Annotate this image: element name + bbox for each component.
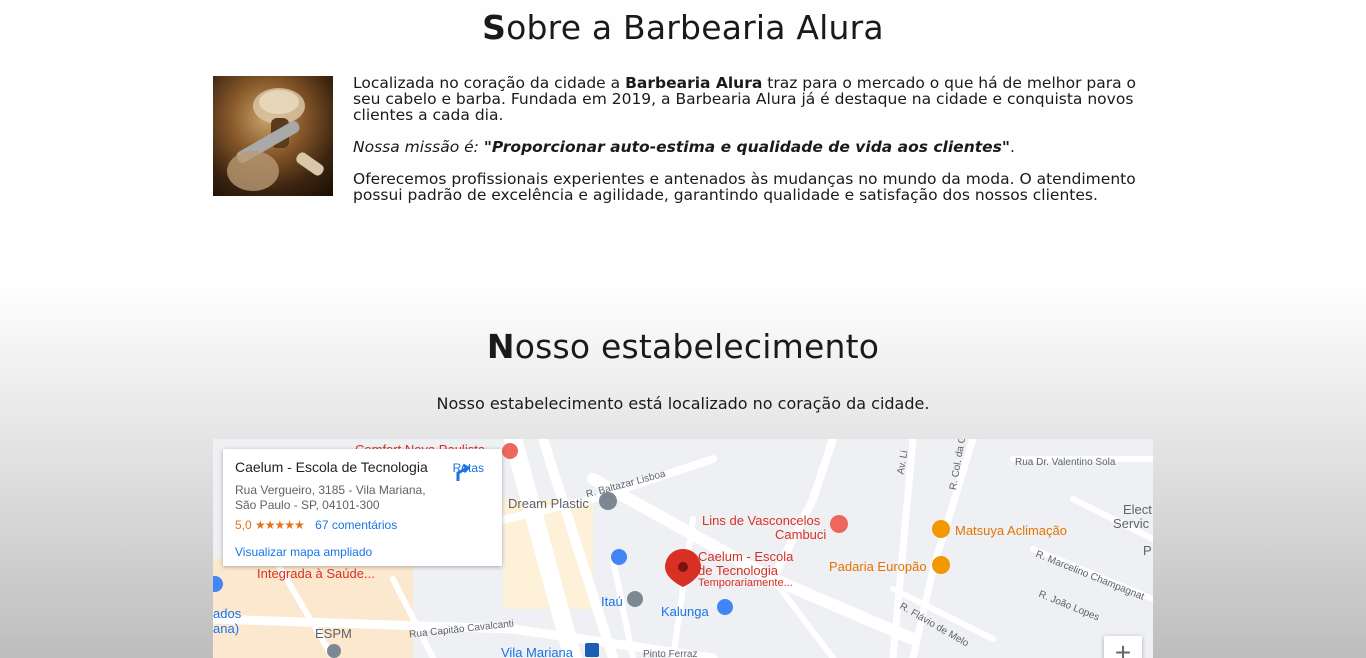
place-rating: 5,0 ★★★★★ 67 comentários [235, 518, 398, 532]
store-subtitle: Nosso estabelecimento está localizado no… [436, 394, 930, 413]
store-title: Nosso estabelecimento [486, 327, 880, 366]
about-title: Sobre a Barbearia Alura [482, 8, 884, 47]
directions-button[interactable]: Rotas [453, 461, 484, 481]
about-mission: Nossa missão é: "Proporcionar auto-estim… [353, 138, 1015, 156]
directions-icon [456, 463, 471, 481]
place-address: Rua Vergueiro, 3185 - Vila Mariana, São … [235, 483, 426, 512]
view-larger-map-link[interactable]: Visualizar mapa ampliado [235, 545, 490, 559]
about-paragraph-1: Localizada no coração da cidade a Barbea… [353, 74, 1137, 124]
star-icon: ★★★★★ [255, 518, 305, 532]
reviews-link[interactable]: 67 comentários [315, 518, 397, 532]
about-text: Localizada no coração da cidade a Barbea… [353, 75, 1153, 219]
embedded-map[interactable]: Comfort Nova Paulista R. Baltazar Lisboa… [213, 439, 1153, 658]
barber-tools-image [213, 76, 333, 196]
place-info-card: Caelum - Escola de Tecnologia Rua Vergue… [223, 449, 502, 566]
zoom-in-button[interactable]: + [1104, 636, 1142, 658]
about-paragraph-3: Oferecemos profissionais experientes e a… [353, 170, 1136, 204]
